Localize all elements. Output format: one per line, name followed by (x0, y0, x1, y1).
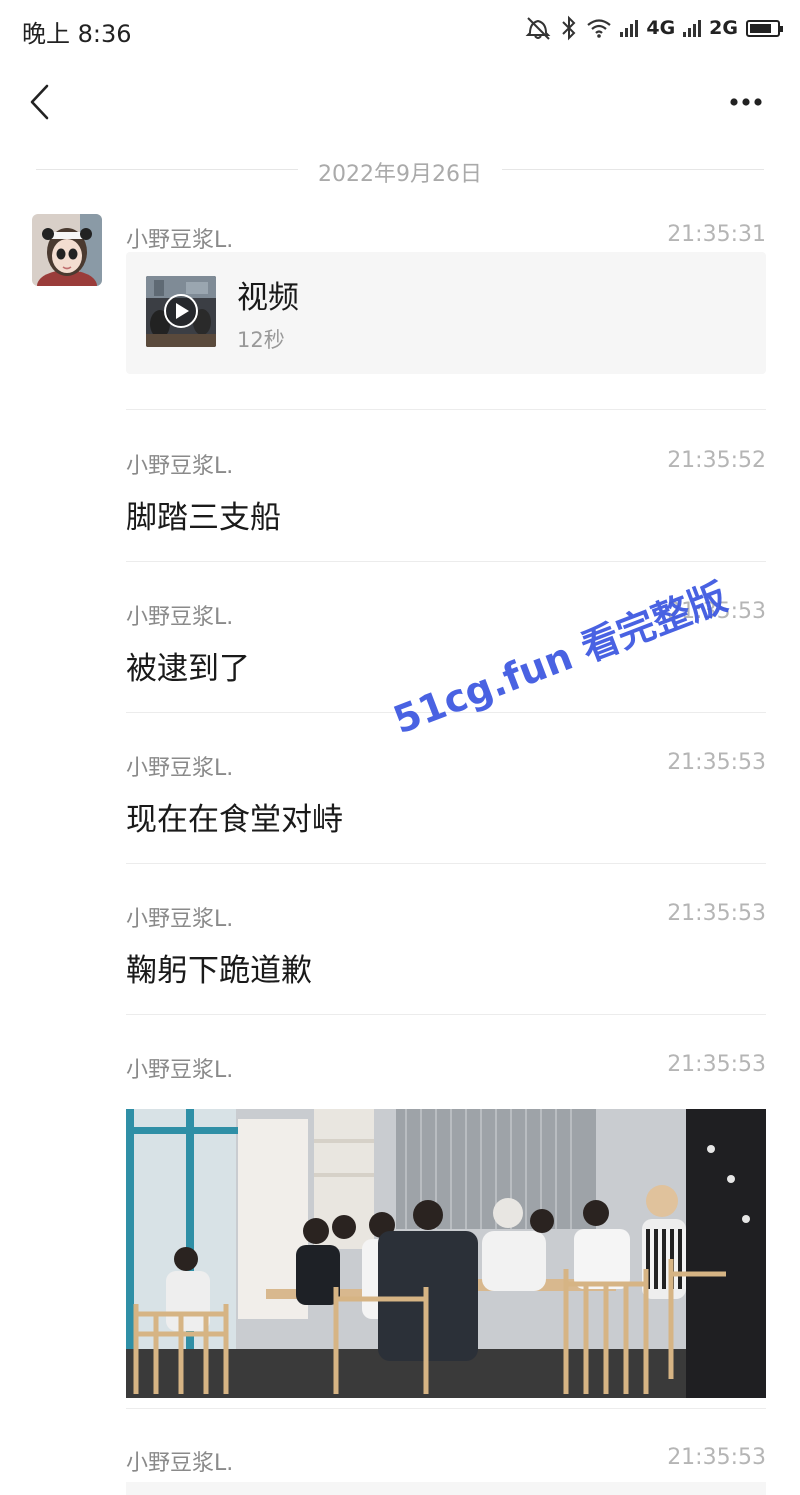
video-message-card[interactable]: 视频 12秒 (126, 252, 766, 374)
message-text: 现在在食堂对峙 (126, 802, 343, 838)
message-item: 小野豆浆L. 21:35:53 现在在食堂对峙 (126, 750, 766, 850)
message-divider (126, 561, 766, 562)
status-time: 晚上 8:36 (22, 20, 132, 48)
message-item: 小野豆浆L. 21:35:53 鞠躬下跪道歉 (126, 901, 766, 1001)
message-time: 21:35:31 (667, 222, 766, 247)
nav-bar (0, 64, 800, 140)
avatar[interactable] (32, 214, 102, 286)
signal-icon (620, 19, 639, 37)
message-divider (126, 712, 766, 713)
message-divider (126, 863, 766, 864)
signal-icon (683, 19, 702, 37)
status-icons: 4G 2G (524, 12, 783, 44)
sender-name: 小野豆浆L. (126, 756, 234, 781)
network-type-2: 2G (709, 17, 738, 39)
sender-name: 小野豆浆L. (126, 605, 234, 630)
network-type-1: 4G (646, 17, 676, 39)
alarm-off-icon (525, 17, 551, 40)
message-item: 小野豆浆L. 21:35:52 脚踏三支船 (126, 448, 766, 548)
message-time: 21:35:53 (667, 599, 766, 624)
message-item: 小野豆浆L. 21:35:31 视频 12秒 (126, 222, 766, 382)
more-horizontal-icon (730, 98, 762, 106)
video-title: 视频 (237, 280, 299, 316)
message-time: 21:35:53 (667, 1052, 766, 1077)
message-time: 21:35:52 (667, 448, 766, 473)
back-button[interactable] (20, 78, 68, 126)
date-separator: 2022年9月26日 (36, 152, 764, 188)
play-icon (164, 294, 198, 328)
sender-name: 小野豆浆L. (126, 907, 234, 932)
sender-name: 小野豆浆L. (126, 1451, 234, 1476)
message-item: 小野豆浆L. 21:35:53 (126, 1052, 766, 1402)
video-thumbnail (146, 276, 216, 347)
video-duration: 12秒 (237, 328, 285, 352)
date-divider-right (502, 169, 764, 170)
status-bar: 晚上 8:36 4G 2G (0, 0, 800, 56)
battery-icon (746, 19, 783, 37)
wifi-icon (587, 19, 612, 38)
message-divider (126, 409, 766, 410)
message-time: 21:35:53 (667, 1445, 766, 1470)
photo-image (126, 1109, 766, 1398)
sender-name: 小野豆浆L. (126, 1058, 234, 1083)
bluetooth-icon (562, 15, 576, 41)
date-separator-text: 2022年9月26日 (318, 162, 482, 187)
message-divider (126, 1408, 766, 1409)
message-text: 被逮到了 (126, 651, 250, 687)
sender-name: 小野豆浆L. (126, 454, 234, 479)
message-bubble-partial (126, 1482, 766, 1495)
message-time: 21:35:53 (667, 901, 766, 926)
message-time: 21:35:53 (667, 750, 766, 775)
message-text: 鞠躬下跪道歉 (126, 953, 312, 989)
message-item: 小野豆浆L. 21:35:53 被逮到了 (126, 599, 766, 699)
avatar-image (32, 214, 102, 286)
message-text: 脚踏三支船 (126, 500, 281, 536)
message-divider (126, 1014, 766, 1015)
more-button[interactable] (716, 84, 776, 120)
sender-name: 小野豆浆L. (126, 228, 234, 253)
chevron-left-icon (30, 84, 49, 120)
photo-message[interactable] (126, 1109, 766, 1398)
